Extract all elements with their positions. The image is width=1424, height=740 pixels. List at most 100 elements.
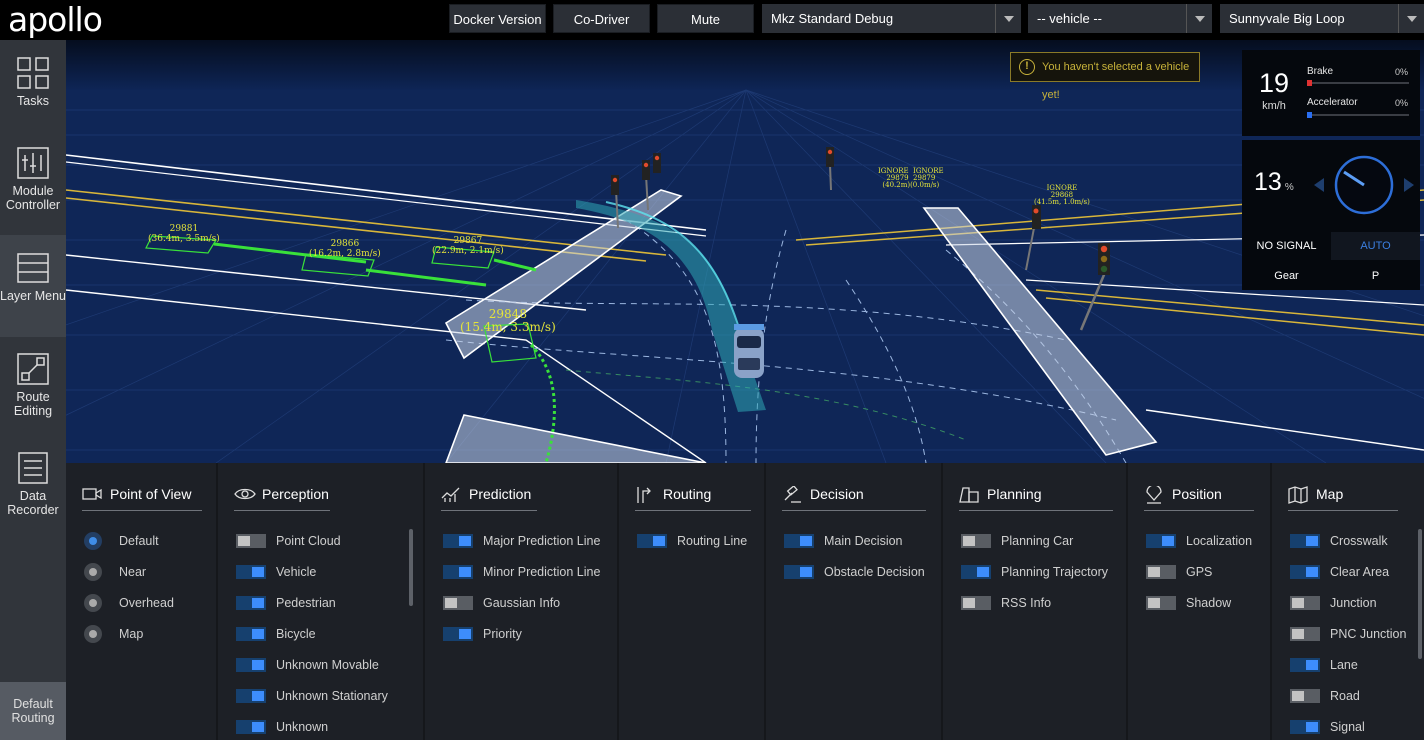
map-select[interactable]: Sunnyvale Big Loop: [1220, 4, 1424, 33]
perception-header: Perception: [234, 483, 330, 511]
toggle-unknown-stationary[interactable]: Unknown Stationary: [236, 687, 388, 705]
toggle-switch[interactable]: [1290, 627, 1320, 641]
toggle-switch[interactable]: [236, 534, 266, 548]
mode-select[interactable]: Mkz Standard Debug: [762, 4, 1021, 33]
toggle-gps[interactable]: GPS: [1146, 563, 1212, 581]
gavel-icon: [784, 486, 801, 503]
perception-scrollbar[interactable]: [409, 529, 413, 606]
default-routing-button[interactable]: Default Routing: [0, 682, 66, 740]
toggle-switch[interactable]: [1290, 565, 1320, 579]
toggle-switch[interactable]: [784, 534, 814, 548]
toggle-switch[interactable]: [961, 596, 991, 610]
toggle-shadow[interactable]: Shadow: [1146, 594, 1231, 612]
toggle-switch[interactable]: [1146, 534, 1176, 548]
toggle-switch[interactable]: [443, 565, 473, 579]
toggle-switch[interactable]: [1290, 658, 1320, 672]
toggle-point-cloud[interactable]: Point Cloud: [236, 532, 341, 550]
toggle-minor-prediction-line[interactable]: Minor Prediction Line: [443, 563, 600, 581]
toggle-signal[interactable]: Signal: [1290, 718, 1365, 736]
vehicle-select[interactable]: -- vehicle --: [1028, 4, 1212, 33]
toggle-junction[interactable]: Junction: [1290, 594, 1377, 612]
map-scrollbar[interactable]: [1418, 529, 1422, 659]
pov-option-default[interactable]: Default: [84, 532, 159, 550]
option-label: Localization: [1186, 534, 1253, 548]
ego-vehicle: [734, 324, 764, 378]
nav-route-editing[interactable]: Route Editing: [0, 336, 66, 438]
toggle-bicycle[interactable]: Bicycle: [236, 625, 316, 643]
accelerator-label: Accelerator: [1307, 97, 1358, 108]
toggle-rss-info[interactable]: RSS Info: [961, 594, 1051, 612]
top-bar: apollo Docker Version Co-Driver Mute Mkz…: [0, 0, 1424, 40]
option-label: Unknown Stationary: [276, 689, 388, 703]
toggle-crosswalk[interactable]: Crosswalk: [1290, 532, 1388, 550]
route-editing-icon: [17, 353, 49, 385]
toggle-switch[interactable]: [236, 689, 266, 703]
nav-layer-menu[interactable]: Layer Menu: [0, 235, 66, 337]
toggle-switch[interactable]: [236, 658, 266, 672]
pov-option-near[interactable]: Near: [84, 563, 146, 581]
toggle-unknown-movable[interactable]: Unknown Movable: [236, 656, 379, 674]
option-label: Clear Area: [1330, 565, 1390, 579]
toggle-switch[interactable]: [961, 565, 991, 579]
toggle-obstacle-decision[interactable]: Obstacle Decision: [784, 563, 925, 581]
decision-title: Decision: [810, 486, 864, 502]
toggle-switch[interactable]: [1290, 596, 1320, 610]
point-of-view-header: Point of View: [82, 483, 202, 511]
radio-button[interactable]: [84, 563, 102, 581]
toggle-pnc-junction[interactable]: PNC Junction: [1290, 625, 1406, 643]
pov-option-overhead[interactable]: Overhead: [84, 594, 174, 612]
mute-button[interactable]: Mute: [657, 4, 754, 33]
toggle-gaussian-info[interactable]: Gaussian Info: [443, 594, 560, 612]
radio-button[interactable]: [84, 594, 102, 612]
toggle-priority[interactable]: Priority: [443, 625, 522, 643]
toggle-switch[interactable]: [1290, 720, 1320, 734]
mode-select-value: Mkz Standard Debug: [771, 11, 894, 26]
accelerator-bar: [1307, 112, 1409, 118]
toggle-clear-area[interactable]: Clear Area: [1290, 563, 1389, 581]
nav-tasks[interactable]: Tasks: [0, 40, 66, 142]
toggle-vehicle[interactable]: Vehicle: [236, 563, 316, 581]
toggle-switch[interactable]: [1290, 534, 1320, 548]
option-label: Main Decision: [824, 534, 903, 548]
folded-map-icon: [1288, 486, 1308, 504]
toggle-road[interactable]: Road: [1290, 687, 1360, 705]
option-label: Road: [1330, 689, 1360, 703]
toggle-switch[interactable]: [443, 596, 473, 610]
option-label: Unknown: [276, 720, 329, 734]
toggle-switch[interactable]: [236, 720, 266, 734]
nav-module-controller[interactable]: Module Controller: [0, 130, 66, 232]
toggle-switch[interactable]: [443, 534, 473, 548]
toggle-switch[interactable]: [236, 627, 266, 641]
co-driver-button[interactable]: Co-Driver: [553, 4, 650, 33]
apollo-logo: apollo: [8, 0, 103, 39]
toggle-pedestrian[interactable]: Pedestrian: [236, 594, 336, 612]
obstacle-label: 29866 (16.2m, 2.8m/s): [309, 239, 381, 259]
toggle-switch[interactable]: [236, 565, 266, 579]
option-label: Shadow: [1186, 596, 1232, 610]
toggle-lane[interactable]: Lane: [1290, 656, 1358, 674]
toggle-planning-trajectory[interactable]: Planning Trajectory: [961, 563, 1108, 581]
toggle-unknown[interactable]: Unknown: [236, 718, 328, 736]
toggle-planning-car[interactable]: Planning Car: [961, 532, 1073, 550]
routing-section: Routing Routing Line: [617, 463, 764, 740]
position-header: Position: [1144, 483, 1254, 511]
toggle-switch[interactable]: [784, 565, 814, 579]
nav-data-recorder[interactable]: Data Recorder: [0, 435, 66, 537]
toggle-switch[interactable]: [637, 534, 667, 548]
toggle-switch[interactable]: [1146, 596, 1176, 610]
3d-scene-view[interactable]: 29881 (36.4m, 3.5m/s) 29866 (16.2m, 2.8m…: [66, 40, 1424, 463]
pov-option-map[interactable]: Map: [84, 625, 143, 643]
toggle-switch[interactable]: [236, 596, 266, 610]
toggle-switch[interactable]: [961, 534, 991, 548]
toggle-switch[interactable]: [443, 627, 473, 641]
toggle-routing-line[interactable]: Routing Line: [637, 532, 747, 550]
radio-button[interactable]: [84, 625, 102, 643]
docker-version-button[interactable]: Docker Version: [449, 4, 546, 33]
prediction-section: Prediction Major Prediction Line Minor P…: [423, 463, 617, 740]
toggle-localization[interactable]: Localization: [1146, 532, 1252, 550]
toggle-main-decision[interactable]: Main Decision: [784, 532, 903, 550]
toggle-switch[interactable]: [1290, 689, 1320, 703]
toggle-major-prediction-line[interactable]: Major Prediction Line: [443, 532, 600, 550]
toggle-switch[interactable]: [1146, 565, 1176, 579]
radio-button[interactable]: [84, 532, 102, 550]
